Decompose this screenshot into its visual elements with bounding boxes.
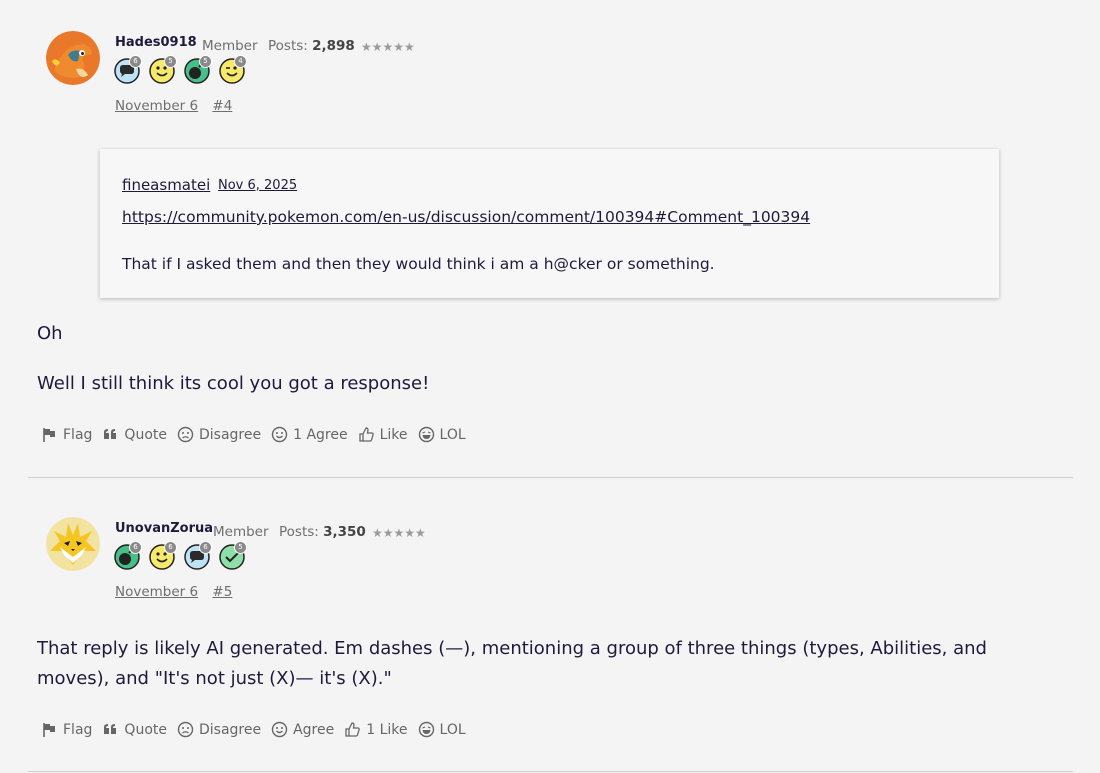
badge-count: 6 (129, 55, 142, 68)
comment-badge-icon[interactable]: 6 (114, 55, 142, 84)
smile-badge-icon[interactable]: 5 (149, 55, 177, 84)
like-label: Like (379, 426, 408, 443)
user-avatar[interactable] (46, 31, 100, 85)
check-badge-icon[interactable]: 5 (219, 541, 247, 570)
disagree-label: Disagree (198, 721, 262, 738)
flag-icon (43, 723, 55, 737)
thumbs-up-icon (345, 722, 361, 737)
user-role: Member (213, 524, 269, 540)
flag-button[interactable]: Flag (41, 721, 92, 738)
thumbs-up-icon (358, 427, 374, 442)
agree-button[interactable]: Agree (271, 721, 334, 738)
author-name[interactable]: Hades0918 (115, 35, 197, 50)
post-divider (28, 771, 1073, 772)
badge-count: 6 (199, 541, 212, 554)
quote-text: That if I asked them and then they would… (122, 255, 715, 273)
bomb-badge-icon[interactable]: 5 (184, 55, 212, 84)
post-body-line: That reply is likely AI generated. Em da… (37, 638, 987, 689)
quote-icon (104, 429, 117, 439)
agree-label: 1 Agree (293, 426, 348, 443)
post-divider (28, 477, 1073, 478)
laugh-icon (418, 721, 434, 738)
user-role: Member (202, 38, 258, 54)
badge-count: 4 (234, 55, 247, 68)
post-meta: November 6 #5 (115, 584, 242, 600)
reaction-bar: Flag Quote Disagree Agree 1 Like LOL (41, 721, 476, 738)
flag-button[interactable]: Flag (41, 426, 92, 443)
bomb-badge-icon[interactable]: 6 (114, 541, 142, 570)
flag-icon (43, 428, 55, 442)
badge-count: 5 (234, 541, 247, 554)
rank-stars: ★★★★★ (361, 40, 415, 54)
rank-stars: ★★★★★ (372, 526, 426, 540)
post-count-label: Posts: (268, 38, 308, 54)
quote-link[interactable]: https://community.pokemon.com/en-us/disc… (122, 208, 810, 226)
flag-label: Flag (63, 721, 93, 738)
post-count: Posts: 3,350 (279, 524, 366, 540)
badge-count: 5 (199, 55, 212, 68)
like-label: 1 Like (366, 721, 408, 738)
wink-badge-icon[interactable]: 4 (219, 55, 247, 84)
user-avatar[interactable] (46, 517, 100, 571)
post-count-value: 2,898 (312, 38, 355, 54)
smile-badge-icon[interactable]: 6 (149, 541, 177, 570)
smile-icon (271, 426, 288, 443)
reaction-bar: Flag Quote Disagree 1 Agree Like LOL (41, 426, 476, 443)
quote-button[interactable]: Quote (102, 426, 167, 443)
smile-icon (271, 721, 288, 738)
lol-button[interactable]: LOL (418, 426, 466, 443)
lol-label: LOL (439, 426, 466, 443)
badge-count: 6 (129, 541, 142, 554)
agree-button[interactable]: 1 Agree (271, 426, 348, 443)
post-count-value: 3,350 (323, 524, 366, 540)
like-button[interactable]: Like (358, 426, 408, 443)
disagree-button[interactable]: Disagree (177, 426, 261, 443)
post-count-label: Posts: (279, 524, 319, 540)
post-meta: November 6 #4 (115, 98, 242, 114)
quote-button[interactable]: Quote (102, 721, 167, 738)
quote-date[interactable]: Nov 6, 2025 (218, 178, 297, 193)
badge-row: 6 5 5 4 (114, 55, 247, 84)
flag-label: Flag (63, 426, 93, 443)
quote-author[interactable]: fineasmatei (122, 176, 210, 194)
badge-count: 5 (164, 55, 177, 68)
post-permalink[interactable]: #5 (212, 584, 232, 600)
frown-icon (177, 426, 194, 443)
lol-label: LOL (439, 721, 466, 738)
post-count: Posts: 2,898 (268, 38, 355, 54)
post-permalink[interactable]: #4 (212, 98, 232, 114)
post-body-line: Oh (37, 323, 63, 344)
lol-button[interactable]: LOL (418, 721, 466, 738)
quote-label: Quote (124, 721, 167, 738)
disagree-label: Disagree (198, 426, 262, 443)
quote-label: Quote (124, 426, 167, 443)
frown-icon (177, 721, 194, 738)
agree-label: Agree (293, 721, 335, 738)
post-body-line: Well I still think its cool you got a re… (37, 373, 430, 394)
like-button[interactable]: 1 Like (344, 721, 408, 738)
disagree-button[interactable]: Disagree (177, 721, 261, 738)
laugh-icon (418, 426, 434, 443)
post-date-link[interactable]: November 6 (115, 584, 198, 600)
badge-count: 6 (164, 541, 177, 554)
quote-block: fineasmatei Nov 6, 2025 https://communit… (100, 149, 999, 298)
badge-row: 6 6 6 5 (114, 541, 247, 570)
author-name[interactable]: UnovanZorua (115, 521, 213, 536)
comment-badge-icon[interactable]: 6 (184, 541, 212, 570)
quote-icon (104, 724, 117, 734)
post-date-link[interactable]: November 6 (115, 98, 198, 114)
